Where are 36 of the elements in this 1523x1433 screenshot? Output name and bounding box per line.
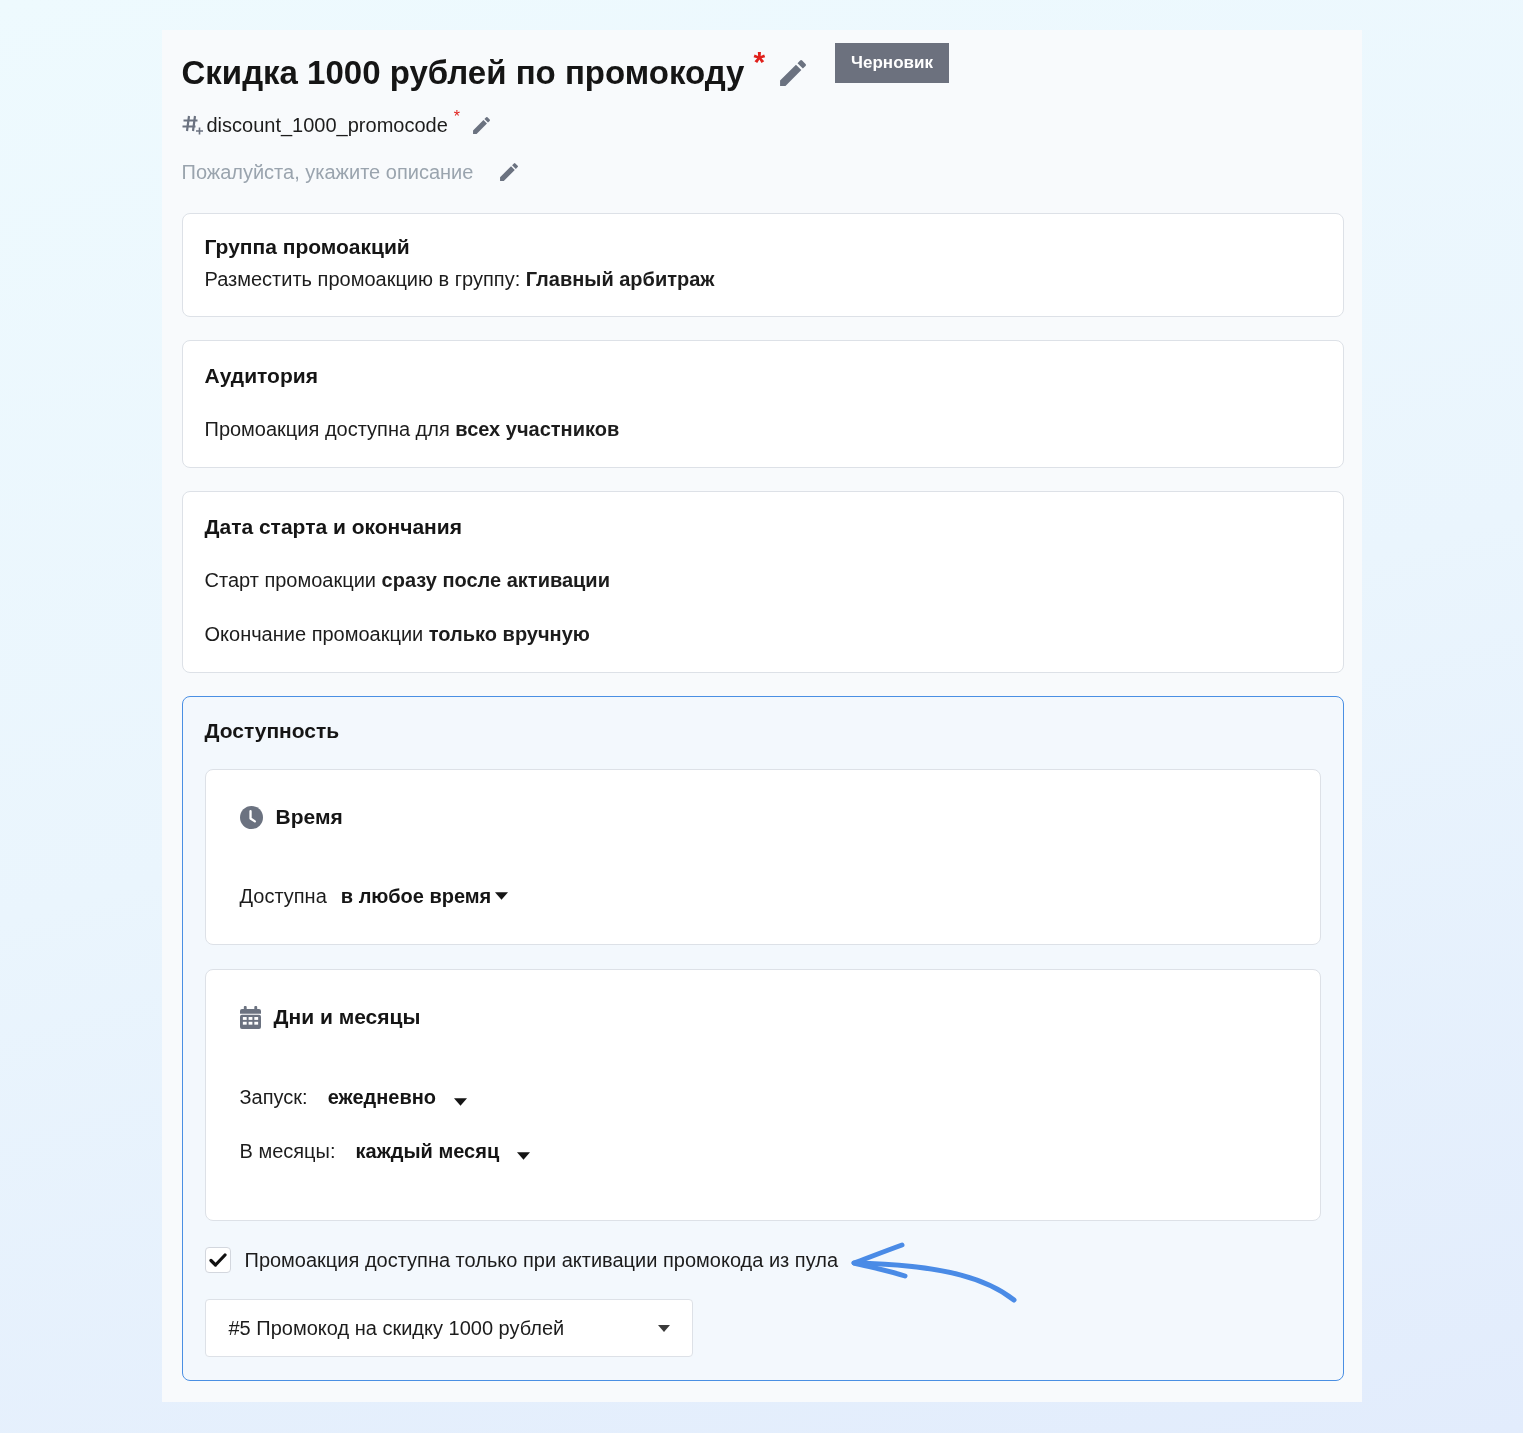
pencil-icon[interactable] (499, 163, 518, 181)
value-dropdown[interactable]: ежедневно (327, 1083, 467, 1111)
block-title: Время (275, 804, 343, 830)
field-label: В месяцы: (239, 1139, 336, 1164)
checkmark-icon (208, 1253, 227, 1267)
checkbox[interactable] (204, 1247, 231, 1273)
required-mark: * (753, 50, 766, 74)
caret-icon (517, 1152, 531, 1160)
field-label: Доступна (239, 884, 327, 909)
field-label: Запуск: (239, 1085, 308, 1110)
caret-icon (454, 1098, 467, 1106)
pool-select[interactable]: #5 Промокод на скидку 1000 рублей (204, 1299, 693, 1357)
section-title: Аудитория (204, 363, 318, 389)
section-text: Окончание промоакции только вручную (204, 622, 590, 647)
required-mark: * (453, 109, 461, 125)
section-title: Доступность (204, 718, 340, 744)
promo-code: discount_1000_promocode (206, 113, 448, 139)
section-text: Промоакция доступна для всех участников (204, 417, 620, 442)
clock-icon (239, 805, 263, 829)
calendar-icon (239, 1005, 261, 1029)
section-text: Старт промоакции сразу после активации (204, 568, 610, 593)
value-dropdown[interactable]: в любое время (340, 882, 509, 910)
promo-title: Скидка 1000 рублей по промокоду (181, 53, 745, 93)
status-badge: Черновик (835, 43, 949, 83)
pencil-icon[interactable] (473, 116, 491, 134)
caret-icon (495, 892, 509, 900)
section-title: Группа промоакций (204, 234, 410, 260)
value-dropdown[interactable]: каждый месяц (355, 1137, 531, 1165)
block-title: Дни и месяцы (273, 1004, 421, 1030)
caret-icon (657, 1324, 670, 1332)
section-text: Разместить промоакцию в группу: Главный арбитраж (204, 267, 715, 292)
description-field[interactable]: Пожалуйста, укажите описание (181, 158, 494, 186)
pencil-icon[interactable] (780, 60, 807, 86)
checkbox-label: Промоакция доступна только при активации промокода из пула (244, 1248, 838, 1273)
section-title: Дата старта и окончания (204, 514, 462, 540)
hash-icon (181, 115, 204, 135)
